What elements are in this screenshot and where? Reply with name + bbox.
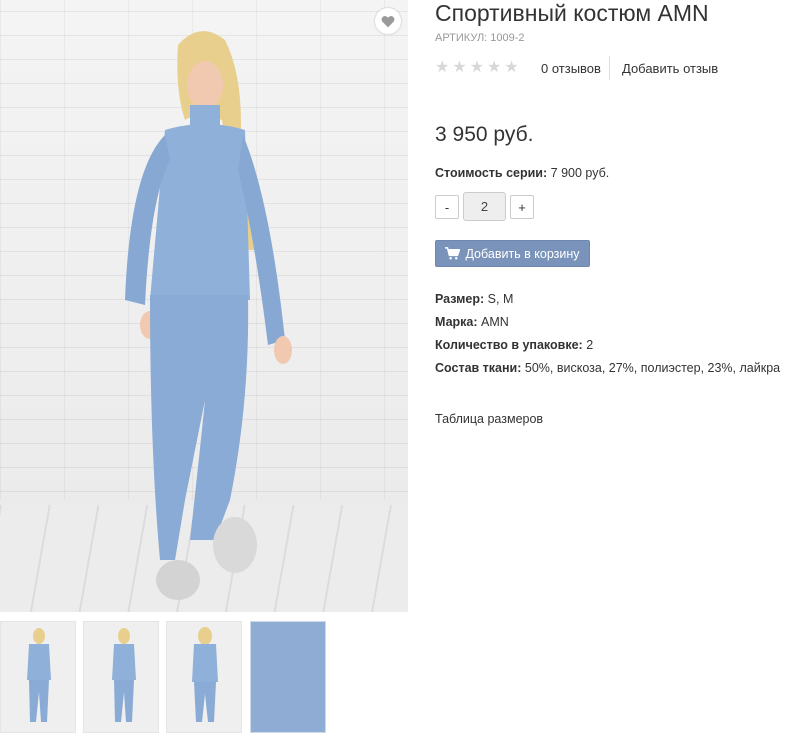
quantity-input[interactable]: 2 xyxy=(463,192,506,221)
size-table-link[interactable]: Таблица размеров xyxy=(435,412,543,426)
property-label: Размер: xyxy=(435,292,485,306)
quantity-decrease-button[interactable]: - xyxy=(435,195,459,219)
thumbnail-1[interactable] xyxy=(0,621,76,733)
product-title: Спортивный костюм AMN xyxy=(435,0,709,26)
add-to-cart-button[interactable]: Добавить в корзину xyxy=(435,240,590,267)
add-to-cart-label: Добавить в корзину xyxy=(465,246,580,261)
wishlist-button[interactable] xyxy=(375,8,401,34)
series-price-label: Стоимость серии: xyxy=(435,166,548,180)
property-brand: Марка: AMN xyxy=(435,315,780,338)
product-price: 3 950 руб. xyxy=(435,123,534,146)
property-label: Состав ткани: xyxy=(435,361,522,375)
property-value: 2 xyxy=(582,338,594,352)
property-label: Марка: xyxy=(435,315,478,329)
thumbnail-3[interactable] xyxy=(166,621,242,733)
property-label: Количество в упаковке: xyxy=(435,338,583,352)
property-value: S, M xyxy=(484,292,514,306)
series-price: Стоимость серии: 7 900 руб. xyxy=(435,166,609,180)
thumbnail-2[interactable] xyxy=(83,621,159,733)
property-fabric: Состав ткани: 50%, вискоза, 27%, полиэст… xyxy=(435,361,780,384)
heart-icon xyxy=(381,15,395,27)
star-icon[interactable]: ★ xyxy=(470,60,484,76)
product-sku: АРТИКУЛ: 1009-2 xyxy=(435,32,525,44)
series-price-value: 7 900 руб. xyxy=(547,166,610,180)
product-properties: Размер: S, M Марка: AMN Количество в упа… xyxy=(435,292,780,384)
rating-stars[interactable]: ★ ★ ★ ★ ★ xyxy=(435,60,519,76)
property-pack-quantity: Количество в упаковке: 2 xyxy=(435,338,780,361)
star-icon[interactable]: ★ xyxy=(435,60,449,76)
rating-divider xyxy=(609,56,610,80)
property-size: Размер: S, M xyxy=(435,292,780,315)
property-value: AMN xyxy=(477,315,509,329)
shopping-cart-icon xyxy=(445,247,461,260)
model-figure xyxy=(125,31,292,600)
add-review-link[interactable]: Добавить отзыв xyxy=(622,61,718,76)
reviews-count[interactable]: 0 отзывов xyxy=(541,61,601,76)
star-icon[interactable]: ★ xyxy=(452,60,466,76)
main-product-photo[interactable] xyxy=(0,0,408,612)
star-icon[interactable]: ★ xyxy=(504,60,518,76)
star-icon[interactable]: ★ xyxy=(487,60,501,76)
thumbnail-4-fabric[interactable] xyxy=(250,621,326,733)
quantity-increase-button[interactable]: + xyxy=(510,195,534,219)
property-value: 50%, вискоза, 27%, полиэстер, 23%, лайкр… xyxy=(521,361,781,375)
